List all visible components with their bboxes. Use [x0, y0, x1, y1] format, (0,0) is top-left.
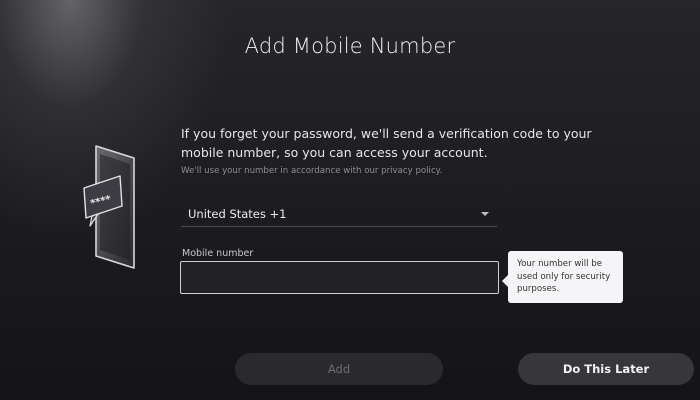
privacy-note: We'll use your number in accordance with…: [181, 166, 443, 176]
add-button[interactable]: Add: [235, 353, 443, 385]
mobile-number-label: Mobile number: [182, 248, 254, 259]
country-code-value: United States +1: [188, 206, 287, 221]
do-this-later-button[interactable]: Do This Later: [518, 353, 694, 385]
mobile-number-input[interactable]: [180, 261, 499, 294]
security-tooltip: Your number will be used only for securi…: [502, 251, 623, 303]
chevron-down-icon: [481, 211, 489, 216]
page-title: Add Mobile Number: [244, 34, 456, 58]
country-code-select[interactable]: United States +1: [181, 201, 497, 227]
phone-password-icon: ****: [78, 140, 148, 270]
description-text: If you forget your password, we'll send …: [181, 126, 592, 160]
